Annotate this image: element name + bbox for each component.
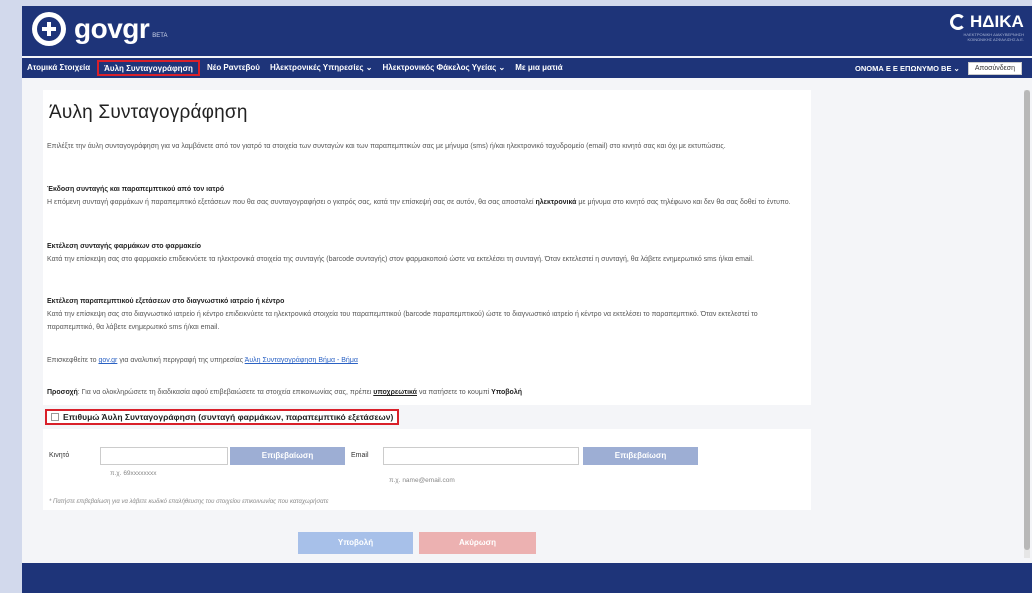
logo-text: govgr — [74, 13, 150, 44]
intro-text: Επιλέξτε την άυλη συνταγογράφηση για να … — [47, 143, 726, 150]
page-title: Άυλη Συνταγογράφηση — [49, 102, 248, 123]
section-issue-title: Έκδοση συνταγής και παραπεμπτικού από το… — [47, 186, 225, 193]
scrollbar[interactable] — [1024, 90, 1030, 558]
email-label: Email — [351, 452, 369, 459]
section-issue-text-a: Η επόμενη συνταγή φαρμάκων ή παραπεμπτικ… — [47, 199, 536, 206]
user-area: ΟΝΟΜΑ Ε Ε ΕΠΩΝΥΜΟ ΒΕ ⌄ Αποσύνδεση — [855, 58, 1022, 78]
site-header: govgr BETA ΗΔΙΚΑ ΗΛΕΚΤΡΟΝΙΚΗ ΔΙΑΚΥΒΕΡΝΗΣ… — [22, 6, 1032, 56]
visit-text-b: για αναλυτική περιγραφή της υπηρεσίας — [117, 357, 245, 364]
section-issue-bold: ηλεκτρονικά — [535, 199, 577, 206]
visit-text-a: Επισκεφθείτε το — [47, 357, 99, 364]
attention-mandatory: υποχρεωτικά — [373, 389, 417, 396]
consent-checkbox[interactable] — [51, 413, 59, 421]
greek-emblem-icon — [32, 12, 66, 46]
verify-mobile-button[interactable]: Επιβεβαίωση — [230, 447, 345, 465]
section-issue-text-b: με μήνυμα στο κινητό σας τηλέφωνο και δε… — [576, 199, 791, 206]
attention-text-b: να πατήσετε το κουμπί — [417, 389, 492, 396]
site-footer — [22, 563, 1032, 593]
logo-beta: BETA — [152, 33, 168, 39]
submit-button[interactable]: Υποβολή — [298, 532, 413, 554]
section-diagnostic-text: Κατά την επίσκεψη σας στο διαγνωστικό ια… — [47, 311, 758, 331]
section-pharmacy-text: Κατά την επίσκεψη σας στο φαρμακείο επιδ… — [47, 256, 754, 263]
email-hint: π.χ. name@email.com — [389, 477, 455, 484]
scrollbar-thumb[interactable] — [1024, 90, 1030, 550]
mobile-input[interactable] — [100, 447, 228, 465]
logout-button[interactable]: Αποσύνδεση — [967, 61, 1022, 75]
mobile-label: Κινητό — [49, 452, 70, 459]
email-input[interactable] — [383, 447, 579, 465]
consent-option[interactable]: Επιθυμώ Άυλη Συνταγογράφηση (συνταγή φαρ… — [45, 409, 400, 425]
section-diagnostic: Εκτέλεση παραπεμπτικού εξετάσεων στο δια… — [47, 295, 803, 334]
step-by-step-link[interactable]: Άυλη Συνταγογράφηση Βήμα - Βήμα — [245, 357, 358, 364]
govgr-logo[interactable]: govgr BETA — [32, 12, 168, 46]
consent-label: Επιθυμώ Άυλη Συνταγογράφηση (συνταγή φαρ… — [63, 412, 394, 422]
attention-text-a: : Για να ολοκληρώσετε τη διαδικασία αφού… — [77, 389, 374, 396]
visit-text: Επισκεφθείτε το gov.gr για αναλυτική περ… — [47, 354, 803, 367]
nav-new-appointment[interactable]: Νέο Ραντεβού — [202, 58, 265, 78]
idika-mark-icon — [950, 14, 966, 30]
attention-submit-ref: Υποβολή — [491, 389, 522, 396]
brand-name: ΗΔΙΚΑ — [970, 12, 1024, 31]
browser-viewport: govgr BETA ΗΔΙΚΑ ΗΛΕΚΤΡΟΝΙΚΗ ΔΙΑΚΥΒΕΡΝΗΣ… — [22, 6, 1032, 593]
main-content: Άυλη Συνταγογράφηση Επιλέξτε την άυλη συ… — [43, 90, 811, 510]
mobile-hint: π.χ. 69xxxxxxxx — [110, 470, 157, 477]
govgr-link[interactable]: gov.gr — [98, 357, 117, 364]
section-pharmacy-title: Εκτέλεση συνταγής φαρμάκων στο φαρμακείο — [47, 243, 202, 250]
nav-at-a-glance[interactable]: Με μια ματιά — [510, 58, 567, 78]
attention-notice: Προσοχή: Για να ολοκληρώσετε τη διαδικασ… — [47, 389, 522, 396]
nav-electronic-services[interactable]: Ηλεκτρονικές Υπηρεσίες ⌄ — [265, 58, 378, 78]
idika-logo: ΗΔΙΚΑ ΗΛΕΚΤΡΟΝΙΚΗ ΔΙΑΚΥΒΕΡΝΗΣΗ ΚΟΙΝΩΝΙΚΗ… — [950, 12, 1024, 42]
attention-label: Προσοχή — [47, 389, 78, 396]
consent-bar: Επιθυμώ Άυλη Συνταγογράφηση (συνταγή φαρ… — [43, 405, 811, 429]
verify-email-button[interactable]: Επιβεβαίωση — [583, 447, 698, 465]
cancel-button[interactable]: Ακύρωση — [419, 532, 536, 554]
nav-personal-info[interactable]: Ατομικά Στοιχεία — [22, 58, 95, 78]
section-issue: Έκδοση συνταγής και παραπεμπτικού από το… — [47, 183, 803, 209]
nav-health-record[interactable]: Ηλεκτρονικός Φάκελος Υγείας ⌄ — [377, 58, 510, 78]
user-menu[interactable]: ΟΝΟΜΑ Ε Ε ΕΠΩΝΥΜΟ ΒΕ ⌄ — [855, 64, 960, 73]
brand-subtitle: ΗΛΕΚΤΡΟΝΙΚΗ ΔΙΑΚΥΒΕΡΝΗΣΗ ΚΟΙΝΩΝΙΚΗΣ ΑΣΦΑ… — [963, 32, 1025, 42]
verification-note: * Πατήστε επιβεβαίωση για να λάβετε κωδι… — [49, 499, 329, 505]
nav-e-prescription[interactable]: Άυλη Συνταγογράφηση — [97, 60, 200, 76]
section-pharmacy: Εκτέλεση συνταγής φαρμάκων στο φαρμακείο… — [47, 240, 803, 266]
section-diagnostic-title: Εκτέλεση παραπεμπτικού εξετάσεων στο δια… — [47, 298, 285, 305]
